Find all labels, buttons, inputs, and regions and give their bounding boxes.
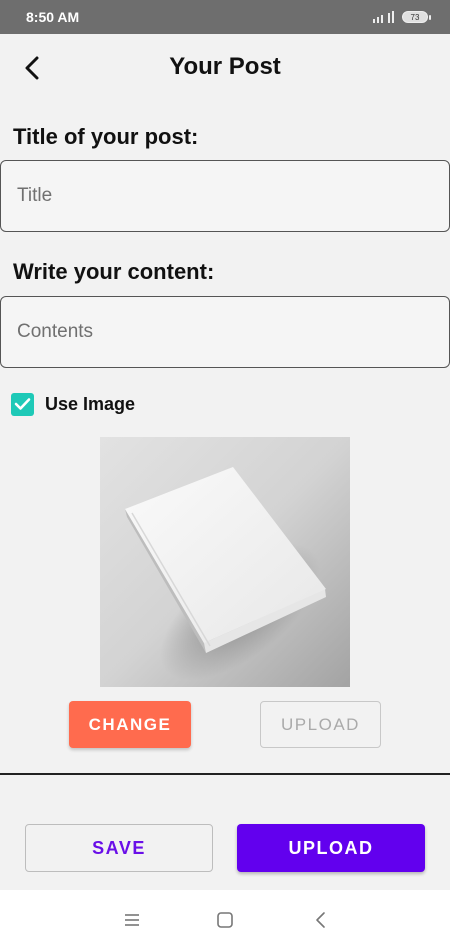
check-icon [14,398,31,410]
save-button[interactable]: SAVE [25,824,213,872]
menu-icon [125,914,139,926]
use-image-label: Use Image [45,393,136,414]
screen: 8:50 AM 73 Your Post Title of your post:… [0,0,450,950]
content-label: Write your content: [13,259,215,284]
battery-icon: 73 [402,11,431,23]
square-home-icon [217,912,233,928]
post-image-preview [100,437,350,687]
system-back-button[interactable] [308,908,332,932]
status-icons: 73 [373,11,431,23]
battery-level: 73 [410,12,420,22]
menu-button[interactable] [120,908,144,932]
content-input[interactable] [0,296,450,368]
page-title: Your Post [169,53,281,80]
back-button[interactable] [14,50,50,86]
home-button[interactable] [213,908,237,932]
change-image-button[interactable]: CHANGE [69,701,191,748]
status-time: 8:50 AM [26,9,80,25]
upload-image-button[interactable]: UPLOAD [260,701,381,748]
navigation-bar [0,890,450,950]
triangle-back-icon [316,912,325,928]
title-input[interactable] [0,160,450,232]
book-image [100,437,350,687]
app-header: Your Post [0,34,450,100]
use-image-toggle[interactable]: Use Image [11,391,135,417]
divider [0,773,450,775]
signal-icon [373,11,394,23]
chevron-left-icon [25,56,39,80]
title-label: Title of your post: [13,124,199,149]
use-image-checkbox[interactable] [11,392,34,416]
status-bar: 8:50 AM 73 [0,0,450,34]
upload-post-button[interactable]: UPLOAD [237,824,425,872]
